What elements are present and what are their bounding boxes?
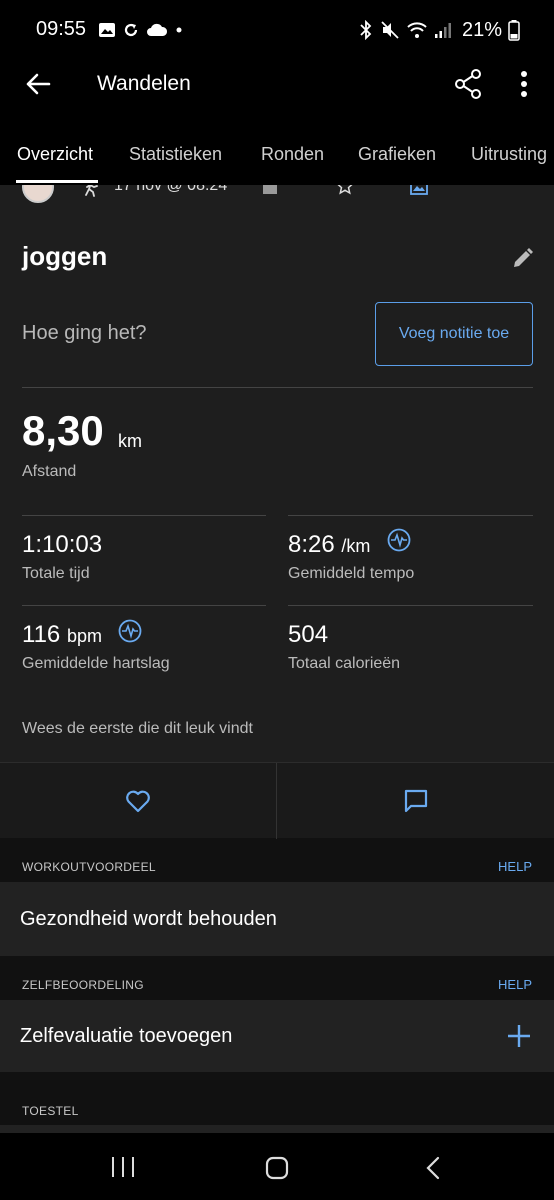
comment-icon[interactable]	[402, 787, 430, 815]
device-card	[0, 1125, 554, 1133]
avg-hr-unit: bpm	[66, 626, 102, 646]
total-time-label: Totale tijd	[22, 565, 90, 582]
tab-uitrusting[interactable]: Uitrusting	[471, 144, 547, 165]
more-options-button[interactable]	[508, 66, 540, 102]
distance-value: 8,30	[22, 407, 104, 454]
battery-percentage: 21%	[461, 18, 502, 41]
status-system-icons: 21%	[358, 18, 520, 42]
distance-label: Afstand	[22, 463, 77, 480]
likes-text: Wees de eerste die dit leuk vindt	[22, 720, 253, 737]
device-header: TOESTEL	[22, 1104, 79, 1118]
calories-label: Totaal calorieën	[288, 655, 401, 672]
tab-ronden[interactable]: Ronden	[261, 144, 324, 165]
plus-icon[interactable]	[506, 1023, 532, 1049]
activity-name: joggen	[22, 241, 108, 271]
app-bar: Wandelen	[0, 60, 554, 124]
recent-apps-icon[interactable]	[110, 1155, 136, 1179]
battery-icon	[508, 20, 520, 41]
share-button[interactable]	[450, 66, 486, 102]
bluetooth-icon	[360, 20, 372, 40]
divider	[288, 515, 533, 516]
page-title: Wandelen	[97, 72, 191, 95]
summary-card: 17 nov @ 08:24 joggen Hoe ging het? Voeg…	[0, 185, 554, 762]
system-nav-bar	[0, 1133, 554, 1200]
workout-benefit-help-link[interactable]: HELP	[498, 859, 532, 874]
workout-benefit-header: WORKOUTVOORDEEL	[22, 860, 156, 874]
tab-overzicht[interactable]: Overzicht	[17, 144, 93, 165]
wifi-icon	[407, 22, 427, 38]
photo-icon[interactable]	[410, 185, 428, 195]
divider	[22, 387, 533, 388]
status-bar: 09:55 21%	[0, 0, 554, 60]
avg-hr-value: 116 bpm	[22, 621, 102, 648]
avatar[interactable]	[22, 185, 54, 203]
cloud-icon	[147, 23, 168, 36]
active-tab-indicator	[16, 180, 98, 183]
self-evaluation-card[interactable]: Zelfevaluatie toevoegen	[0, 1000, 554, 1072]
self-evaluation-label: Zelfevaluatie toevoegen	[20, 1025, 233, 1047]
avg-pace-unit: /km	[341, 536, 371, 556]
signal-icon	[434, 23, 451, 38]
divider	[288, 605, 533, 606]
home-icon[interactable]	[264, 1155, 290, 1181]
calories-value: 504	[288, 621, 329, 648]
divider	[22, 515, 266, 516]
total-time-value: 1:10:03	[22, 531, 103, 558]
arrow-back-icon	[26, 73, 51, 95]
activity-date: 17 nov @ 08:24	[114, 185, 228, 194]
star-icon[interactable]	[336, 185, 354, 195]
social-actions	[0, 762, 554, 839]
distance-unit: km	[118, 431, 142, 451]
divider	[276, 763, 277, 839]
tab-grafieken[interactable]: Grafieken	[358, 144, 436, 165]
calendar-icon[interactable]	[262, 185, 278, 195]
status-time: 09:55	[36, 18, 87, 40]
tab-bar: Overzicht Statistieken Ronden Grafieken …	[0, 124, 554, 185]
back-button[interactable]	[20, 66, 56, 102]
mute-icon	[381, 21, 399, 39]
avg-pace-value: 8:26 /km	[288, 531, 371, 558]
workout-benefit-value: Gezondheid wordt behouden	[20, 908, 277, 930]
tab-statistieken[interactable]: Statistieken	[129, 144, 222, 165]
heart-rate-chart-icon[interactable]	[118, 619, 142, 643]
divider	[22, 605, 266, 606]
add-note-button[interactable]: Voeg notitie toe	[375, 302, 533, 366]
gallery-icon	[99, 23, 115, 37]
avg-hr-label: Gemiddelde hartslag	[22, 655, 170, 672]
feeling-prompt: Hoe ging het?	[22, 322, 147, 344]
status-notification-icons	[98, 18, 184, 42]
walking-icon	[85, 185, 98, 197]
system-back-icon[interactable]	[422, 1155, 446, 1181]
pace-chart-icon[interactable]	[387, 528, 411, 552]
share-icon	[455, 69, 481, 99]
like-heart-icon[interactable]	[124, 787, 152, 815]
dot-icon	[176, 27, 182, 33]
edit-icon[interactable]	[508, 245, 536, 273]
more-vertical-icon	[521, 71, 527, 97]
activity-overview: 17 nov @ 08:24 joggen Hoe ging het? Voeg…	[0, 185, 554, 1133]
sync-icon	[124, 23, 138, 37]
workout-benefit-card[interactable]: Gezondheid wordt behouden	[0, 882, 554, 956]
avg-pace-label: Gemiddeld tempo	[288, 565, 415, 582]
self-evaluation-header: ZELFBEOORDELING	[22, 978, 144, 992]
self-evaluation-help-link[interactable]: HELP	[498, 977, 532, 992]
